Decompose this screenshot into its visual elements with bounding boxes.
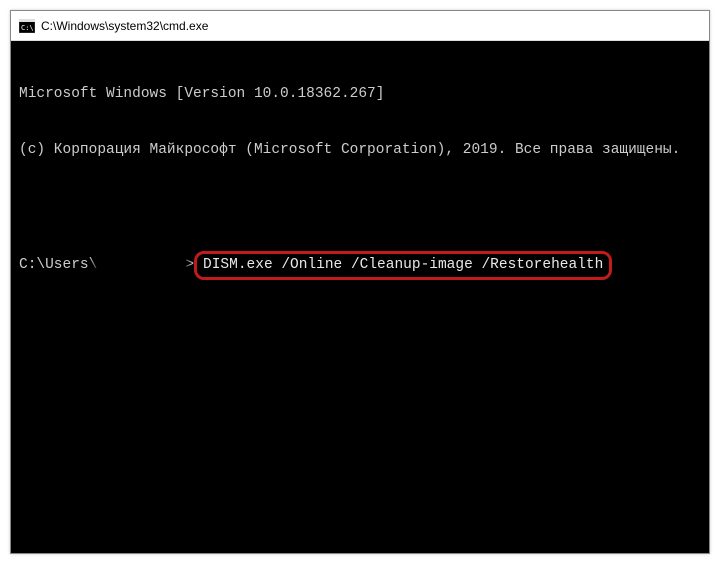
cmd-icon: C:\ [19, 19, 35, 33]
entered-command: DISM.exe /Online /Cleanup-image /Restore… [194, 251, 612, 280]
svg-text:C:\: C:\ [21, 24, 34, 32]
cmd-window: C:\ C:\Windows\system32\cmd.exe Microsof… [10, 10, 710, 554]
redacted-username [99, 258, 183, 274]
prompt-line: C:\Users\ > DISM.exe /Online /Cleanup-ima… [19, 251, 701, 280]
copyright-line: (c) Корпорация Майкрософт (Microsoft Cor… [19, 141, 701, 160]
window-titlebar[interactable]: C:\ C:\Windows\system32\cmd.exe [11, 11, 709, 41]
version-line: Microsoft Windows [Version 10.0.18362.26… [19, 85, 701, 104]
window-title: C:\Windows\system32\cmd.exe [41, 19, 208, 33]
prompt-path-prefix: C:\Users\ [19, 256, 97, 275]
terminal-area[interactable]: Microsoft Windows [Version 10.0.18362.26… [11, 41, 709, 553]
prompt-gt: > [185, 256, 194, 275]
